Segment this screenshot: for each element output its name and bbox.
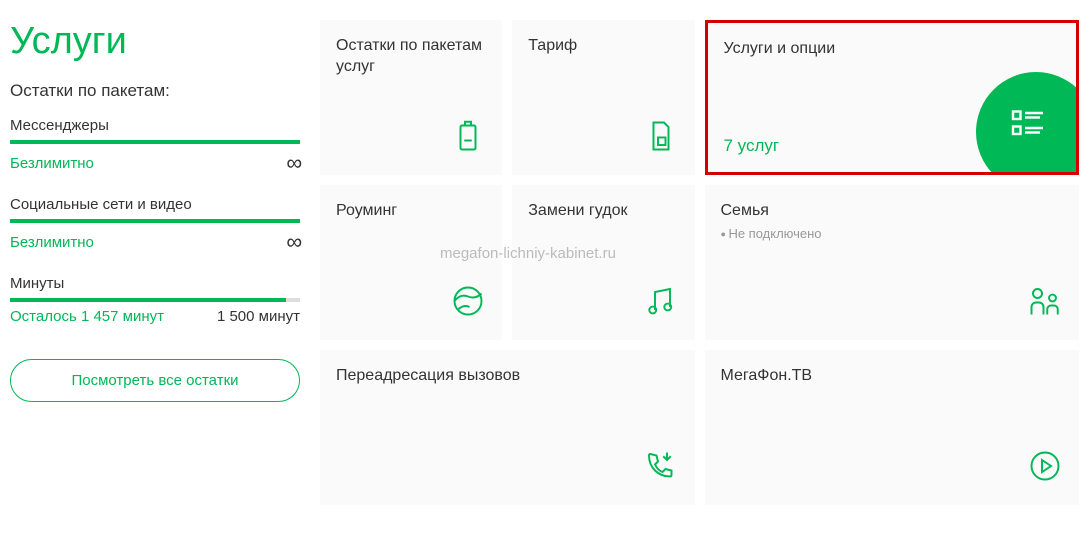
usage-label: Мессенджеры <box>10 117 300 134</box>
infinity-icon: ∞ <box>286 150 300 176</box>
card-forwarding[interactable]: Переадресация вызовов <box>320 350 695 505</box>
people-icon <box>1027 283 1063 324</box>
card-title: Услуги и опции <box>724 39 1061 60</box>
card-title: МегаФон.ТВ <box>721 366 1064 387</box>
sim-icon <box>643 118 679 159</box>
page-title: Услуги <box>10 20 300 63</box>
usage-total: 1 500 минут <box>217 308 300 325</box>
card-title: Тариф <box>528 36 678 57</box>
card-tariff[interactable]: Тариф <box>512 20 694 175</box>
sidebar: Услуги Остатки по пакетам: Мессенджеры Б… <box>10 20 300 505</box>
usage-value: Осталось 1 457 минут <box>10 308 164 325</box>
usage-item-messengers: Мессенджеры Безлимитно ∞ <box>10 117 300 176</box>
card-value: 7 услуг <box>724 136 780 156</box>
card-services-options[interactable]: Услуги и опции 7 услуг <box>705 20 1080 175</box>
usage-item-social: Социальные сети и видео Безлимитно ∞ <box>10 196 300 255</box>
usage-item-minutes: Минуты Осталось 1 457 минут 1 500 минут <box>10 275 300 325</box>
card-roaming[interactable]: Роуминг <box>320 185 502 340</box>
usage-label: Социальные сети и видео <box>10 196 300 213</box>
card-tv[interactable]: МегаФон.ТВ <box>705 350 1080 505</box>
infinity-icon: ∞ <box>286 229 300 255</box>
card-subtitle: Не подключено <box>721 226 1064 241</box>
globe-icon <box>450 283 486 324</box>
card-title: Замени гудок <box>528 201 678 222</box>
usage-value: Безлимитно <box>10 155 94 172</box>
card-title: Семья <box>721 201 1064 222</box>
card-grid: Остатки по пакетам услуг Тариф Услуги и … <box>320 20 1079 505</box>
card-family[interactable]: Семья Не подключено <box>705 185 1080 340</box>
card-packages[interactable]: Остатки по пакетам услуг <box>320 20 502 175</box>
services-circle <box>976 72 1079 175</box>
usage-label: Минуты <box>10 275 300 292</box>
phone-forward-icon <box>643 448 679 489</box>
card-title: Остатки по пакетам услуг <box>336 36 486 78</box>
view-all-button[interactable]: Посмотреть все остатки <box>10 359 300 402</box>
list-grid-icon <box>1010 107 1046 143</box>
battery-icon <box>450 118 486 159</box>
sidebar-subtitle: Остатки по пакетам: <box>10 81 300 101</box>
card-title: Переадресация вызовов <box>336 366 679 387</box>
usage-value: Безлимитно <box>10 234 94 251</box>
card-title: Роуминг <box>336 201 486 222</box>
card-ringtone[interactable]: Замени гудок <box>512 185 694 340</box>
play-icon <box>1027 448 1063 489</box>
music-icon <box>643 283 679 324</box>
